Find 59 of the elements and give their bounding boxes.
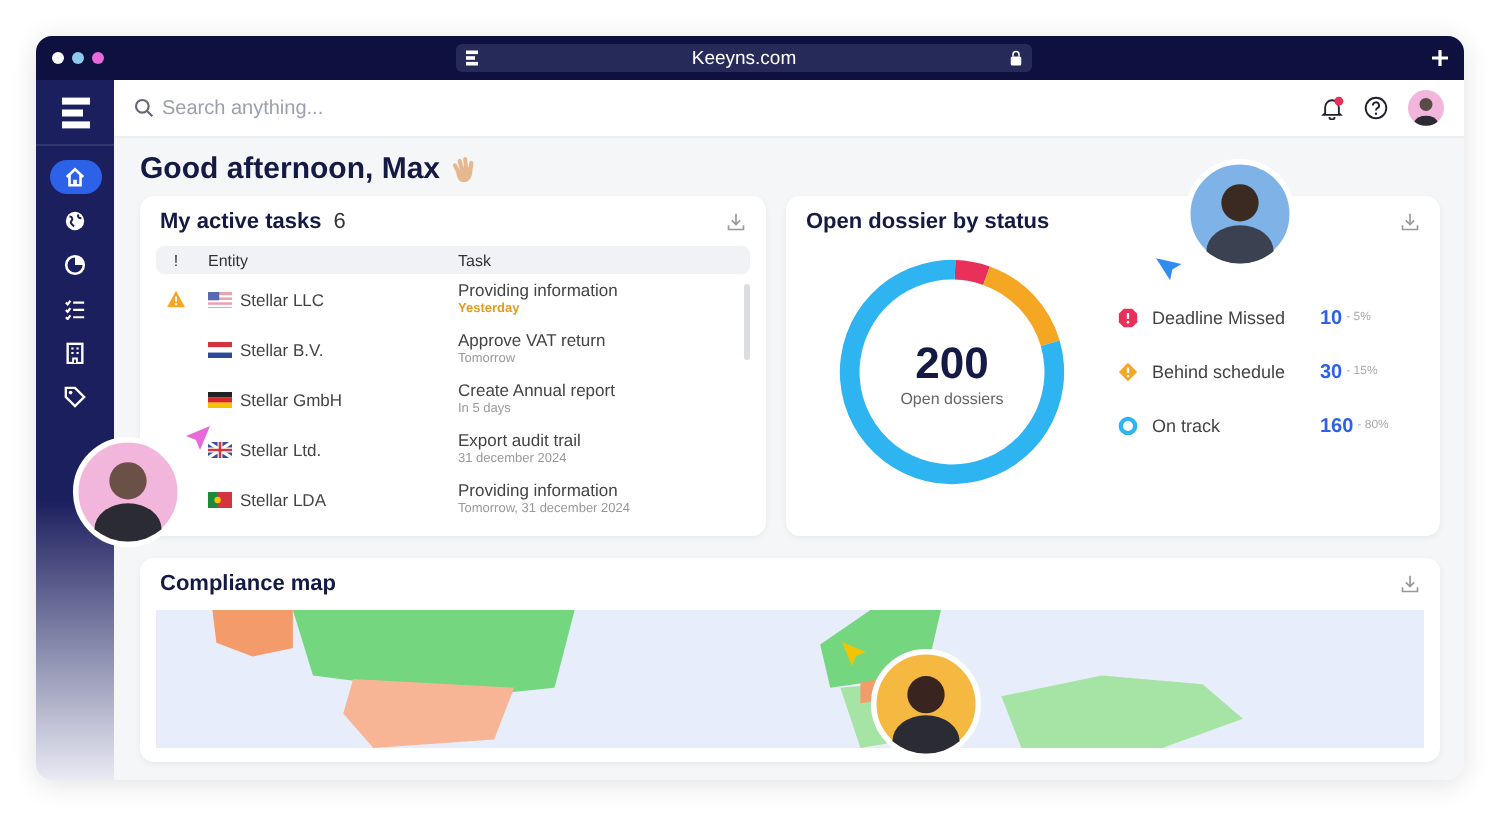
- status-label: On track: [1152, 416, 1223, 436]
- card-title: My active tasks: [160, 210, 322, 234]
- cursor-arrow-icon: [184, 424, 212, 452]
- lock-icon: [1010, 50, 1022, 66]
- building-icon: [64, 342, 86, 364]
- task-count: 6: [333, 210, 346, 234]
- task-name: Approve VAT return: [458, 330, 608, 350]
- flag-icon: [208, 291, 232, 307]
- search-field[interactable]: Search anything...: [162, 97, 562, 119]
- total-label: Open dossiers: [900, 389, 1004, 407]
- entity-name: Stellar B.V.: [240, 339, 324, 359]
- status-count: 160: [1320, 415, 1354, 437]
- url-text: Keeyns.com: [689, 47, 799, 69]
- search-icon: [134, 98, 154, 118]
- window-dot-icon[interactable]: [52, 52, 64, 64]
- download-icon[interactable]: [1400, 574, 1420, 594]
- download-icon[interactable]: [1400, 212, 1420, 232]
- task-name: Create Annual report: [458, 380, 617, 400]
- help-icon[interactable]: [1364, 96, 1388, 120]
- tag-icon: [64, 386, 86, 408]
- total-count: 200: [915, 337, 989, 389]
- flag-icon: [208, 341, 232, 357]
- flag-icon: [208, 491, 232, 507]
- logo-icon: [466, 50, 478, 66]
- flag-icon: [208, 391, 232, 407]
- task-name: Providing information: [458, 480, 620, 500]
- sidebar-item[interactable]: [49, 160, 101, 194]
- entity-name: Stellar LDA: [240, 489, 326, 509]
- greeting-heading: Good afternoon, Max: [140, 152, 440, 186]
- pie-chart-icon: [64, 254, 86, 276]
- cursor-arrow-icon: [840, 640, 868, 668]
- card-title: Compliance map: [160, 572, 337, 596]
- checklist-icon: [64, 298, 86, 320]
- task-name: Export audit trail: [458, 430, 583, 450]
- status-count: 10: [1320, 307, 1343, 329]
- entity-name: Stellar Ltd.: [240, 439, 322, 459]
- notification-bell-icon[interactable]: [1320, 96, 1344, 120]
- flag-icon: [208, 441, 232, 457]
- scrollbar[interactable]: [744, 284, 750, 360]
- cursor-arrow-icon: [1156, 254, 1184, 282]
- home-icon: [64, 166, 86, 188]
- logo-icon: [61, 96, 89, 130]
- window-dot-icon[interactable]: [92, 52, 104, 64]
- card-title: Open dossier by status: [806, 210, 1050, 234]
- globe-icon: [64, 210, 86, 232]
- status-count: 30: [1320, 361, 1343, 383]
- address-bar[interactable]: Keeyns.com: [456, 44, 1032, 72]
- user-avatar[interactable]: [1408, 90, 1444, 126]
- task-name: Providing information: [458, 280, 620, 300]
- download-icon[interactable]: [726, 212, 746, 232]
- column-header: !: [171, 251, 181, 269]
- entity-name: Stellar LLC: [240, 289, 325, 309]
- status-label: Deadline Missed: [1152, 308, 1288, 328]
- new-tab-icon[interactable]: [1432, 50, 1448, 66]
- status-label: Behind schedule: [1152, 362, 1288, 382]
- column-header: Entity: [206, 251, 251, 269]
- window-dot-icon[interactable]: [72, 52, 84, 64]
- column-header: Task: [458, 251, 493, 269]
- entity-name: Stellar GmbH: [240, 389, 343, 409]
